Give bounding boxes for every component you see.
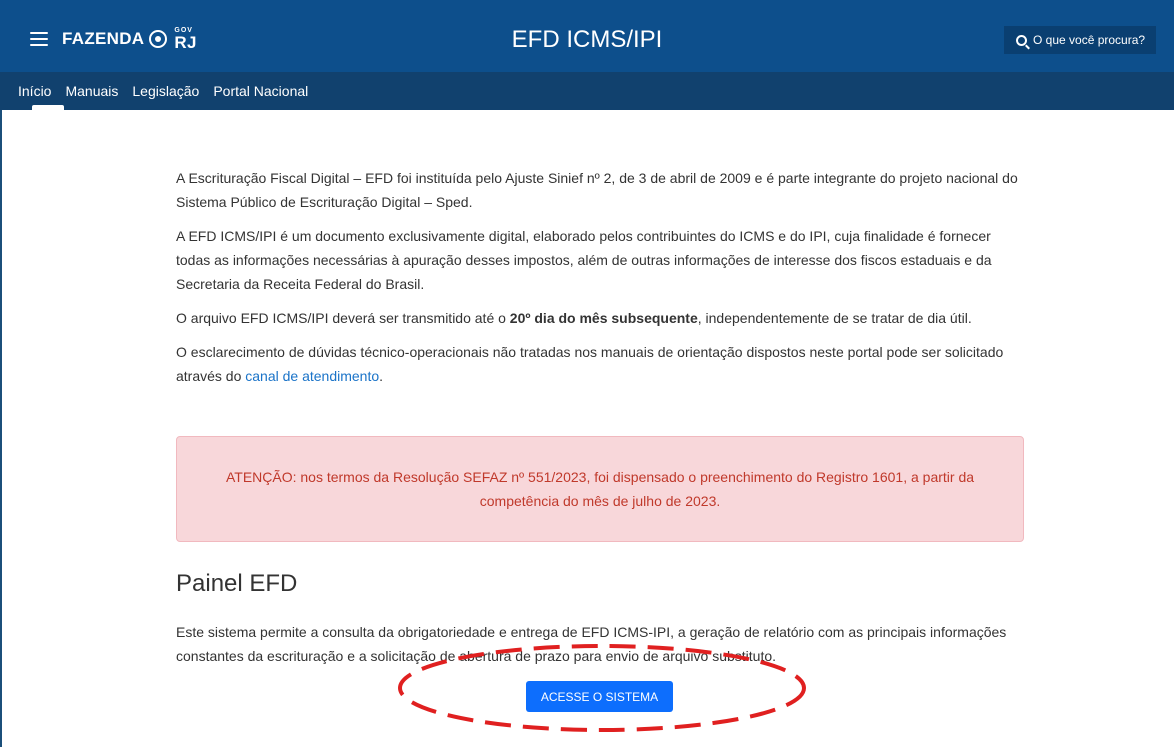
nav-item-inicio[interactable]: Início [18, 72, 65, 110]
intro-paragraph-3: O arquivo EFD ICMS/IPI deverá ser transm… [176, 306, 1024, 330]
search-icon [1016, 34, 1027, 46]
nav-item-legislacao[interactable]: Legislação [132, 72, 199, 110]
acesse-sistema-button[interactable]: ACESSE O SISTEMA [526, 681, 673, 712]
nav-item-manuais[interactable]: Manuais [65, 72, 118, 110]
p3-text-end: , independentemente de se tratar de dia … [697, 310, 972, 326]
nav-item-portal-nacional[interactable]: Portal Nacional [213, 72, 308, 110]
intro-content: A Escrituração Fiscal Digital – EFD foi … [176, 166, 1024, 398]
intro-paragraph-1: A Escrituração Fiscal Digital – EFD foi … [176, 170, 1018, 210]
deadline-highlight: 20º dia do mês subsequente [509, 310, 698, 326]
main-nav: Início Manuais Legislação Portal Naciona… [0, 72, 1174, 110]
search-button[interactable]: O que você procura? [1004, 26, 1156, 54]
site-title: EFD ICMS/IPI [511, 26, 663, 53]
attention-alert: ATENÇÃO: nos termos da Resolução SEFAZ n… [176, 436, 1024, 542]
intro-paragraph-4: O esclarecimento de dúvidas técnico-oper… [176, 340, 1024, 388]
canal-atendimento-link[interactable]: canal de atendimento [245, 368, 379, 384]
painel-title: Painel EFD [176, 570, 298, 597]
p3-text-start: O arquivo EFD ICMS/IPI deverá ser transm… [176, 310, 510, 326]
intro-paragraph-2: A EFD ICMS/IPI é um documento exclusivam… [176, 228, 992, 292]
top-header: FAZENDA GOV RJ EFD ICMS/IPI O que você p… [0, 0, 1174, 78]
search-label: O que você procura? [1033, 33, 1146, 47]
p4-text-end: . [379, 368, 384, 384]
